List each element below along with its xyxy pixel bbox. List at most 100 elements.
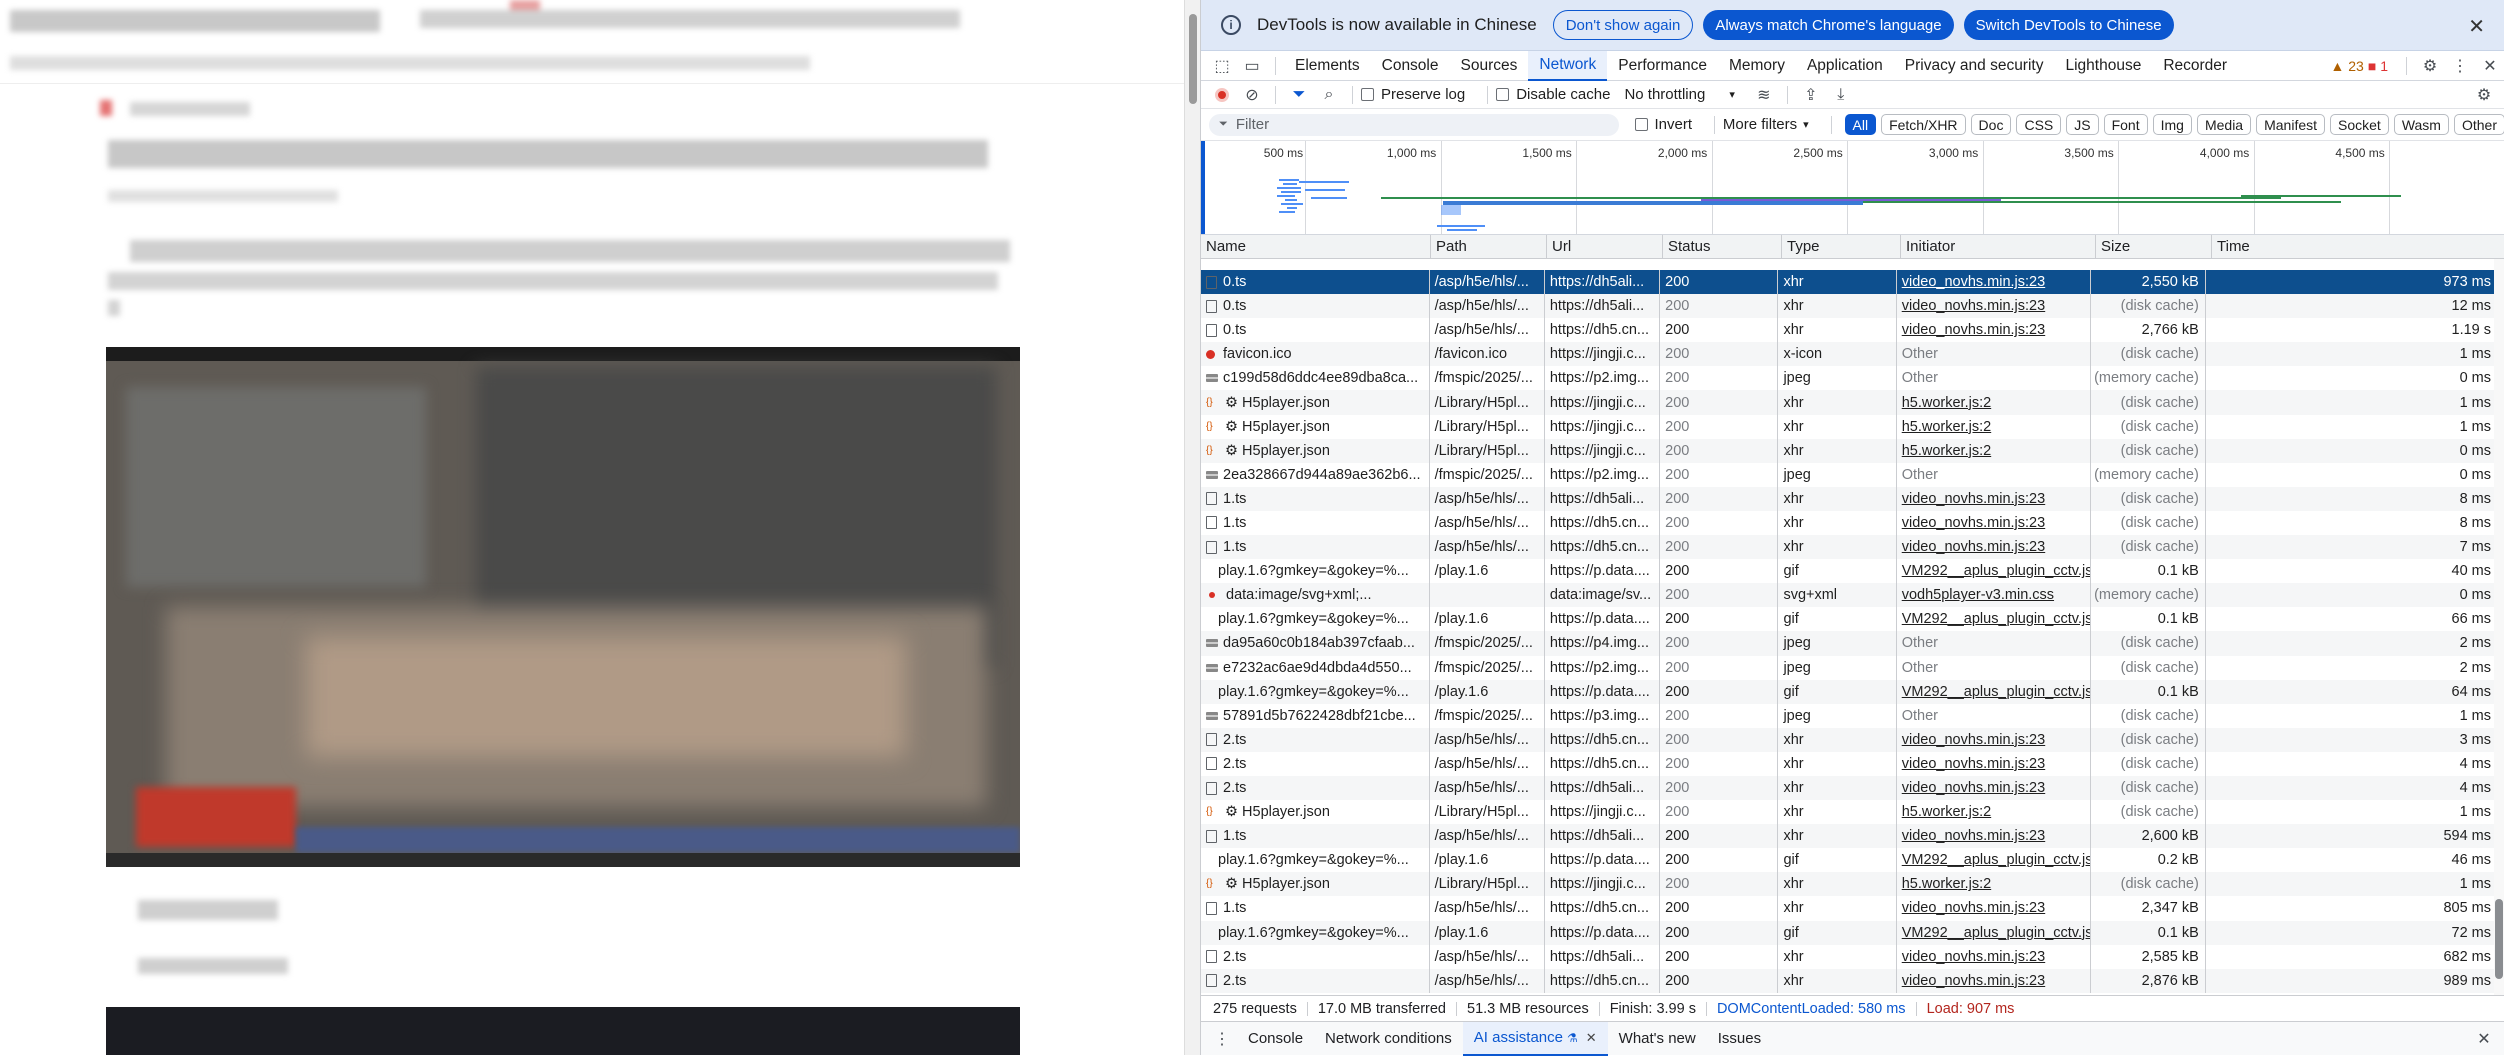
filter-chip-socket[interactable]: Socket <box>2330 114 2389 135</box>
inspect-element-icon[interactable]: ⬚ <box>1207 51 1237 81</box>
initiator-link[interactable]: video_novhs.min.js:23 <box>1902 732 2045 748</box>
column-header-type[interactable]: Type <box>1782 235 1901 258</box>
request-row[interactable]: data:image/svg+xml;... data:image/sv... 20… <box>1201 583 2497 608</box>
video-player[interactable] <box>106 347 1020 867</box>
initiator-link[interactable]: video_novhs.min.js:23 <box>1902 274 2045 290</box>
filter-chip-css[interactable]: CSS <box>2016 114 2062 135</box>
initiator-link[interactable]: h5.worker.js:2 <box>1902 876 1991 892</box>
throttling-select[interactable]: No throttling ▾ <box>1624 86 1734 103</box>
preserve-log-checkbox[interactable]: Preserve log <box>1361 86 1465 103</box>
request-row[interactable]: play.1.6?gmkey=&gokey=%... /play.1.6 https… <box>1201 607 2497 632</box>
column-header-url[interactable]: Url <box>1547 235 1663 258</box>
record-stop-icon[interactable] <box>1207 80 1237 110</box>
request-row[interactable]: 2.ts/asp/h5e/hls/... https://dh5.cn... 200… <box>1201 751 2497 776</box>
initiator-link[interactable]: VM292__aplus_plugin_cctv.js <box>1902 611 2090 627</box>
request-row[interactable]: {} ⚙ H5player.json/Library/H5pl... https:/… <box>1201 390 2497 415</box>
tab-recorder[interactable]: Recorder <box>2152 51 2238 81</box>
drawer-tab-ai-assistance[interactable]: AI assistance ⚗ ✕ <box>1462 1021 1608 1056</box>
request-row[interactable]: play.1.6?gmkey=&gokey=%... /play.1.6 https… <box>1201 679 2497 704</box>
initiator-link[interactable]: VM292__aplus_plugin_cctv.js <box>1902 563 2090 579</box>
request-row[interactable]: e7232ac6ae9d4dbda4d550... /fmspic/2025/..… <box>1201 655 2497 680</box>
drawer-tab-what-s-new[interactable]: What's new <box>1608 1022 1707 1056</box>
filter-input[interactable]: ⏷ Filter <box>1209 113 1619 136</box>
close-infobar-icon[interactable]: ✕ <box>2468 14 2485 39</box>
tab-lighthouse[interactable]: Lighthouse <box>2054 51 2152 81</box>
request-row[interactable]: {} ⚙ H5player.json/Library/H5pl... https:/… <box>1201 872 2497 897</box>
initiator-link[interactable]: h5.worker.js:2 <box>1902 395 1991 411</box>
tab-performance[interactable]: Performance <box>1607 51 1718 81</box>
device-toolbar-icon[interactable]: ▭ <box>1237 51 1267 81</box>
more-options-icon[interactable]: ⋮ <box>2445 51 2475 81</box>
initiator-link[interactable]: video_novhs.min.js:23 <box>1902 756 2045 772</box>
request-row[interactable]: 0.ts/asp/h5e/hls/... https://dh5.cn... 200… <box>1201 318 2497 343</box>
initiator-link[interactable]: h5.worker.js:2 <box>1902 443 1991 459</box>
errors-count[interactable]: ■ 1 <box>2368 58 2388 74</box>
column-header-time[interactable]: Time <box>2212 235 2504 258</box>
export-har-icon[interactable]: ⤓ <box>1826 80 1856 110</box>
tab-application[interactable]: Application <box>1796 51 1894 81</box>
search-icon[interactable]: ⌕ <box>1314 80 1344 110</box>
filter-chip-manifest[interactable]: Manifest <box>2256 114 2326 135</box>
request-row[interactable]: favicon.ico/favicon.ico https://jingji.c.… <box>1201 342 2497 367</box>
page-scroll-thumb[interactable] <box>1189 14 1197 104</box>
tab-privacy-and-security[interactable]: Privacy and security <box>1894 51 2055 81</box>
request-row[interactable]: 0.ts/asp/h5e/hls/... https://dh5ali... 200… <box>1201 294 2497 319</box>
settings-gear-icon[interactable]: ⚙ <box>2415 51 2445 81</box>
table-scroll-thumb[interactable] <box>2495 899 2503 979</box>
initiator-link[interactable]: h5.worker.js:2 <box>1902 804 1991 820</box>
network-settings-icon[interactable]: ⚙ <box>2469 80 2499 110</box>
tab-sources[interactable]: Sources <box>1450 51 1529 81</box>
switch-to-chinese-button[interactable]: Switch DevTools to Chinese <box>1963 10 2174 40</box>
more-filters-dropdown[interactable]: More filters ▾ <box>1723 116 1809 133</box>
drawer-tab-console[interactable]: Console <box>1237 1022 1314 1056</box>
request-row[interactable]: play.1.6?gmkey=&gokey=%... /play.1.6 https… <box>1201 920 2497 945</box>
initiator-link[interactable]: video_novhs.min.js:23 <box>1902 973 2045 989</box>
request-row[interactable]: 2.ts/asp/h5e/hls/... https://dh5.cn... 200… <box>1201 727 2497 752</box>
disable-cache-checkbox[interactable]: Disable cache <box>1496 86 1610 103</box>
request-row[interactable]: play.1.6?gmkey=&gokey=%... /play.1.6 https… <box>1201 559 2497 584</box>
filter-chip-doc[interactable]: Doc <box>1970 114 2012 135</box>
initiator-link[interactable]: VM292__aplus_plugin_cctv.js <box>1902 684 2090 700</box>
request-row[interactable]: 2.ts/asp/h5e/hls/... https://dh5ali... 200… <box>1201 944 2497 969</box>
tab-elements[interactable]: Elements <box>1284 51 1371 81</box>
initiator-link[interactable]: video_novhs.min.js:23 <box>1902 322 2045 338</box>
request-row[interactable]: play.1.6?gmkey=&gokey=%... /play.1.6 https… <box>1201 848 2497 873</box>
tab-memory[interactable]: Memory <box>1718 51 1796 81</box>
table-scrollbar[interactable] <box>2494 259 2504 995</box>
request-row[interactable]: 57891d5b7622428dbf21cbe... /fmspic/2025/.… <box>1201 703 2497 728</box>
column-header-status[interactable]: Status <box>1663 235 1782 258</box>
drawer-menu-icon[interactable]: ⋮ <box>1207 1024 1237 1054</box>
initiator-link[interactable]: video_novhs.min.js:23 <box>1902 949 2045 965</box>
initiator-link[interactable]: video_novhs.min.js:23 <box>1902 491 2045 507</box>
tab-console[interactable]: Console <box>1371 51 1450 81</box>
request-row[interactable]: 1.ts/asp/h5e/hls/... https://dh5.cn... 200… <box>1201 535 2497 560</box>
request-row[interactable]: da95a60c0b184ab397cfaab... /fmspic/2025/.… <box>1201 631 2497 656</box>
initiator-link[interactable]: h5.worker.js:2 <box>1902 419 1991 435</box>
dont-show-again-button[interactable]: Don't show again <box>1552 10 1694 40</box>
tab-network[interactable]: Network <box>1528 50 1608 81</box>
drawer-tab-issues[interactable]: Issues <box>1707 1022 1772 1056</box>
request-row[interactable]: 0.ts/asp/h5e/hls/... https://dh5ali... 200… <box>1201 270 2497 295</box>
initiator-link[interactable]: video_novhs.min.js:23 <box>1902 515 2045 531</box>
close-tab-icon[interactable]: ✕ <box>1586 1030 1597 1046</box>
request-row[interactable]: 1.ts/asp/h5e/hls/... https://dh5.cn... 200… <box>1201 896 2497 921</box>
network-overview-timeline[interactable]: 500 ms 1,000 ms 1,500 ms 2,000 ms 2,500 ms 3,… <box>1201 141 2504 235</box>
initiator-link[interactable]: video_novhs.min.js:23 <box>1902 828 2045 844</box>
filter-chip-font[interactable]: Font <box>2103 114 2148 135</box>
always-match-language-button[interactable]: Always match Chrome's language <box>1703 10 1954 40</box>
request-row[interactable]: {} ⚙ H5player.json/Library/H5pl... https:/… <box>1201 414 2497 439</box>
filter-chip-other[interactable]: Other <box>2453 114 2504 135</box>
column-header-size[interactable]: Size <box>2096 235 2212 258</box>
filter-chip-js[interactable]: JS <box>2066 114 2099 135</box>
request-row[interactable]: {} ⚙ H5player.json/Library/H5pl... https:/… <box>1201 800 2497 825</box>
request-row[interactable]: 2.ts/asp/h5e/hls/... https://dh5ali... 200… <box>1201 775 2497 801</box>
clear-icon[interactable]: ⊘ <box>1237 80 1267 110</box>
video-player-2[interactable] <box>106 1007 1020 1055</box>
request-row[interactable]: 1.ts/asp/h5e/hls/... https://dh5.cn... 200… <box>1201 510 2497 536</box>
initiator-link[interactable]: vodh5player-v3.min.css <box>1902 587 2054 603</box>
invert-checkbox[interactable]: Invert <box>1634 116 1692 133</box>
filter-chip-all[interactable]: All <box>1844 114 1877 135</box>
filter-chip-media[interactable]: Media <box>2196 114 2252 135</box>
initiator-link[interactable]: VM292__aplus_plugin_cctv.js <box>1902 852 2090 868</box>
initiator-link[interactable]: VM292__aplus_plugin_cctv.js <box>1902 925 2090 941</box>
